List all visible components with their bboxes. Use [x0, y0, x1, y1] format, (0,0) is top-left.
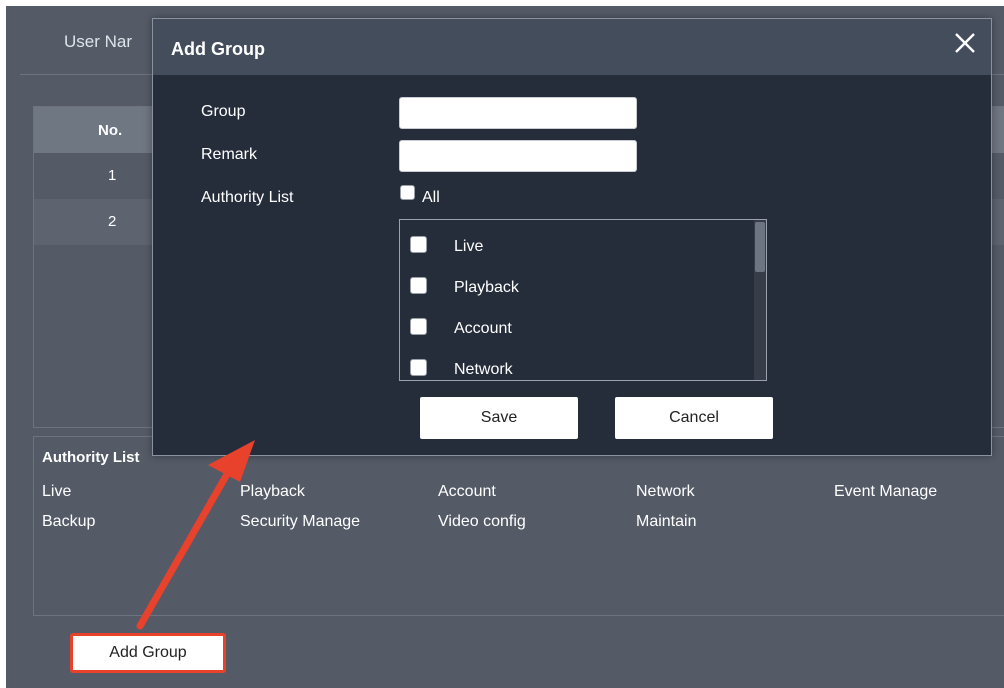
authority-option[interactable]: Network — [400, 359, 750, 380]
group-label: Group — [201, 103, 246, 120]
authority-list-label: Authority List — [201, 189, 294, 206]
remark-input[interactable] — [399, 140, 637, 172]
scrollbar-thumb[interactable] — [755, 222, 765, 272]
scrollbar[interactable] — [754, 220, 766, 380]
row-number: 1 — [108, 167, 117, 184]
authority-option-label: Account — [454, 320, 512, 337]
remark-label: Remark — [201, 146, 258, 163]
authority-list-title: Authority List — [42, 449, 140, 466]
row-number: 2 — [108, 213, 117, 230]
authority-item: Security Manage — [240, 513, 361, 530]
column-header-no: No. — [98, 122, 123, 139]
authority-checkbox-list[interactable]: Live Playback Account Network — [399, 219, 767, 381]
authority-item: Backup — [42, 513, 96, 530]
all-label: All — [422, 189, 440, 206]
cancel-button[interactable]: Cancel — [615, 397, 773, 439]
checkbox[interactable] — [410, 359, 427, 376]
authority-item: Live — [42, 483, 72, 500]
all-checkbox[interactable] — [400, 185, 415, 200]
authority-item: Playback — [240, 483, 305, 500]
checkbox[interactable] — [410, 236, 427, 253]
authority-option-label: Playback — [454, 279, 519, 296]
add-group-dialog: Add Group Group Remark Authority List Al… — [152, 18, 992, 456]
dialog-header: Add Group — [153, 19, 991, 75]
authority-option-label: Network — [454, 361, 513, 378]
checkbox[interactable] — [410, 318, 427, 335]
group-input[interactable] — [399, 97, 637, 129]
authority-item: Event Manage — [834, 483, 938, 500]
column-header-user-name: User Nar — [64, 32, 133, 51]
authority-option[interactable]: Account — [400, 318, 750, 358]
authority-option-label: Live — [454, 238, 484, 255]
authority-item: Network — [636, 483, 695, 500]
authority-item: Video config — [438, 513, 526, 530]
authority-item: Account — [438, 483, 496, 500]
authority-item: Maintain — [636, 513, 697, 530]
authority-option[interactable]: Live — [400, 236, 750, 276]
authority-list-panel: Authority List Live Playback Account Net… — [33, 436, 1004, 616]
authority-option[interactable]: Playback — [400, 277, 750, 317]
save-button[interactable]: Save — [420, 397, 578, 439]
dialog-title: Add Group — [171, 39, 265, 59]
close-icon[interactable] — [953, 31, 977, 55]
checkbox[interactable] — [410, 277, 427, 294]
add-group-button[interactable]: Add Group — [70, 633, 226, 673]
